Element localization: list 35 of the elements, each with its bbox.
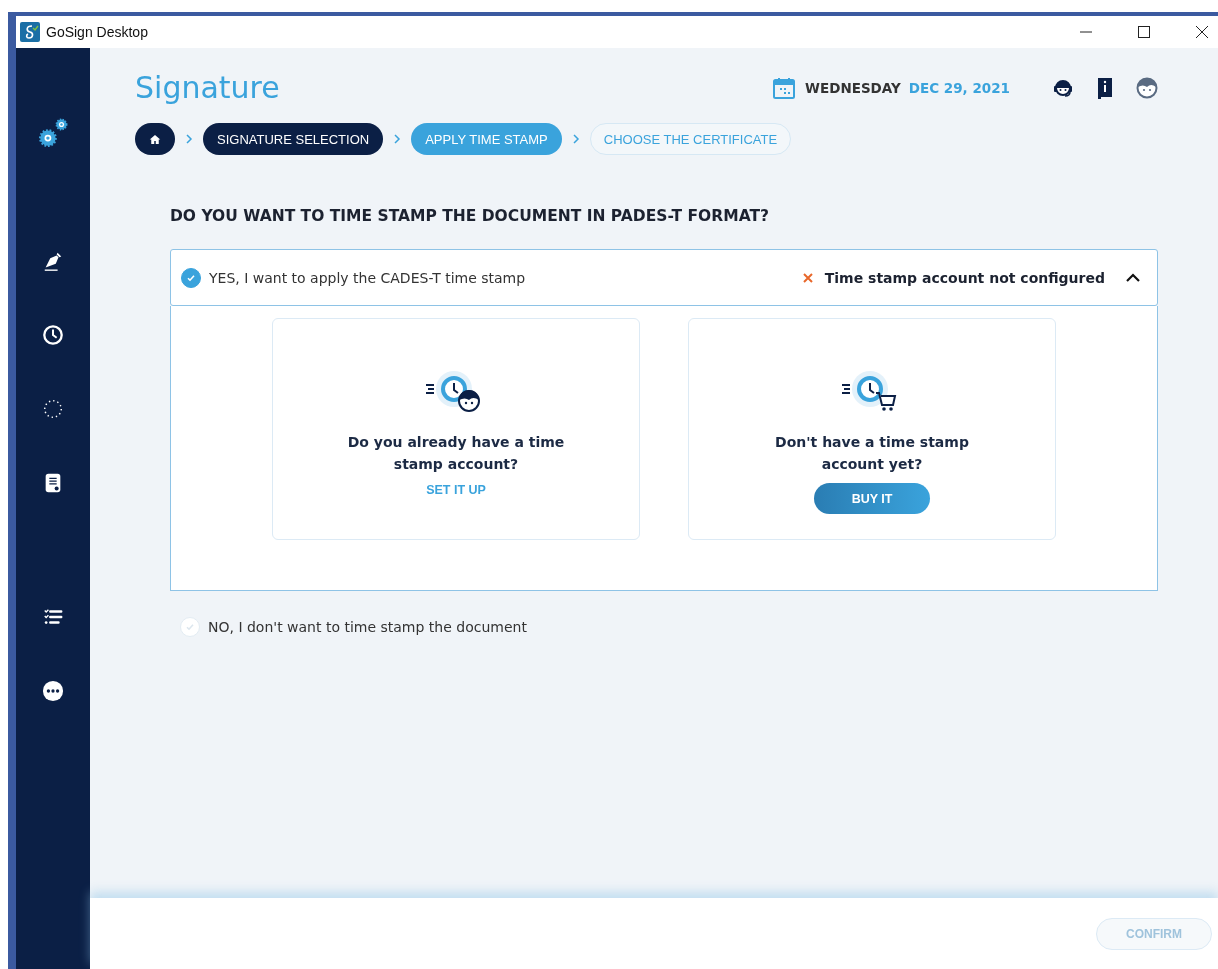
- clock-icon[interactable]: [42, 324, 64, 346]
- home-icon: [149, 132, 161, 146]
- window-title: GoSign Desktop: [46, 24, 148, 40]
- option-label: YES, I want to apply the CADES-T time stamp: [209, 269, 526, 286]
- question-heading: DO YOU WANT TO TIME STAMP THE DOCUMENT IN PADES-T FORMAT?: [170, 207, 770, 225]
- cross-icon: [802, 272, 813, 283]
- check-icon: [184, 621, 196, 633]
- maximize-icon[interactable]: [1138, 26, 1150, 38]
- user-avatar-icon[interactable]: [1136, 76, 1158, 99]
- collapse-caret-icon[interactable]: [1125, 272, 1141, 283]
- weekday-label: WEDNESDAY: [805, 79, 901, 96]
- card-question: Do you already have a time stamp account?: [346, 433, 566, 474]
- date-label: DEC 29, 2021: [908, 79, 1010, 96]
- card-question: Don't have a time stamp account yet?: [774, 433, 970, 474]
- chevron-icon: [185, 133, 193, 145]
- page-title: Signature: [135, 70, 280, 105]
- close-icon[interactable]: [1196, 26, 1208, 38]
- option-header[interactable]: YES, I want to apply the CADES-T time stamp Time stamp account not configured: [170, 249, 1158, 306]
- app-logo-icon: [20, 22, 40, 42]
- option-label: NO, I don't want to time stamp the document: [208, 619, 527, 635]
- chevron-icon: [393, 133, 402, 145]
- breadcrumb-step[interactable]: SIGNATURE SELECTION: [203, 123, 384, 155]
- more-icon[interactable]: [42, 680, 64, 702]
- buy-button[interactable]: BUY IT: [814, 483, 930, 514]
- calendar-icon: [773, 76, 796, 99]
- radio-check[interactable]: [181, 267, 201, 288]
- pen-icon[interactable]: [42, 250, 64, 272]
- set-up-link[interactable]: SET IT UP: [426, 483, 486, 497]
- chevron-icon: [571, 133, 580, 145]
- status-text: Time stamp account not configured: [824, 269, 1105, 286]
- dotted-circle-icon[interactable]: [42, 398, 64, 420]
- option-header[interactable]: NO, I don't want to time stamp the document: [170, 599, 1158, 655]
- gears-icon[interactable]: [36, 116, 70, 150]
- breadcrumb-step[interactable]: APPLY TIME STAMP: [411, 123, 562, 155]
- breadcrumb-step[interactable]: CHOOSE THE CERTIFICATE: [589, 123, 792, 155]
